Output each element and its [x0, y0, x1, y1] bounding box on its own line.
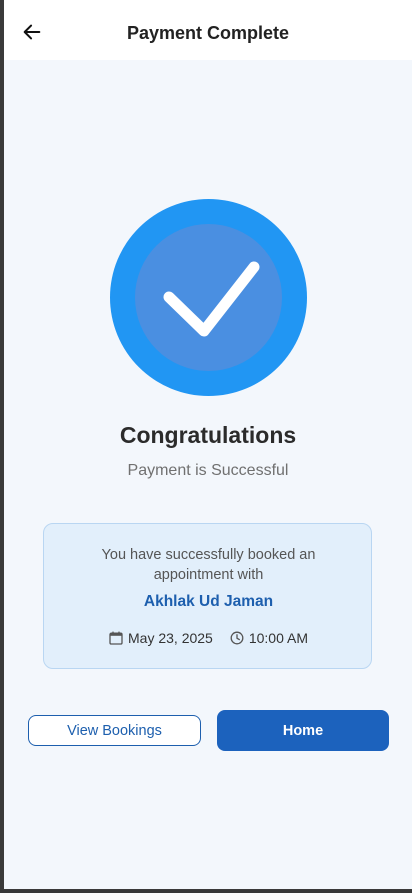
success-message: Payment is Successful [127, 462, 289, 479]
success-badge [110, 199, 307, 396]
calendar-icon [109, 631, 123, 645]
booking-summary-card: You have successfully booked an appointm… [43, 523, 372, 669]
payment-complete-screen: Payment Complete Congratulations Payment… [4, 0, 412, 889]
clock-icon [230, 631, 244, 645]
appointment-date: May 23, 2025 [109, 630, 213, 646]
home-button[interactable]: Home [217, 710, 389, 751]
page-title: Payment Complete [126, 23, 290, 43]
success-heading: Congratulations [119, 422, 297, 448]
check-icon [163, 261, 260, 337]
doctor-name: Akhlak Ud Jaman [143, 593, 274, 610]
booking-intro-text: You have successfully booked an appointm… [101, 547, 316, 583]
appointment-time-text: 10:00 AM [248, 630, 308, 646]
appointment-time: 10:00 AM [230, 630, 308, 646]
appointment-date-text: May 23, 2025 [128, 630, 213, 646]
appointment-meta: May 23, 2025 10:00 AM [44, 630, 373, 646]
view-bookings-button[interactable]: View Bookings [28, 715, 201, 746]
